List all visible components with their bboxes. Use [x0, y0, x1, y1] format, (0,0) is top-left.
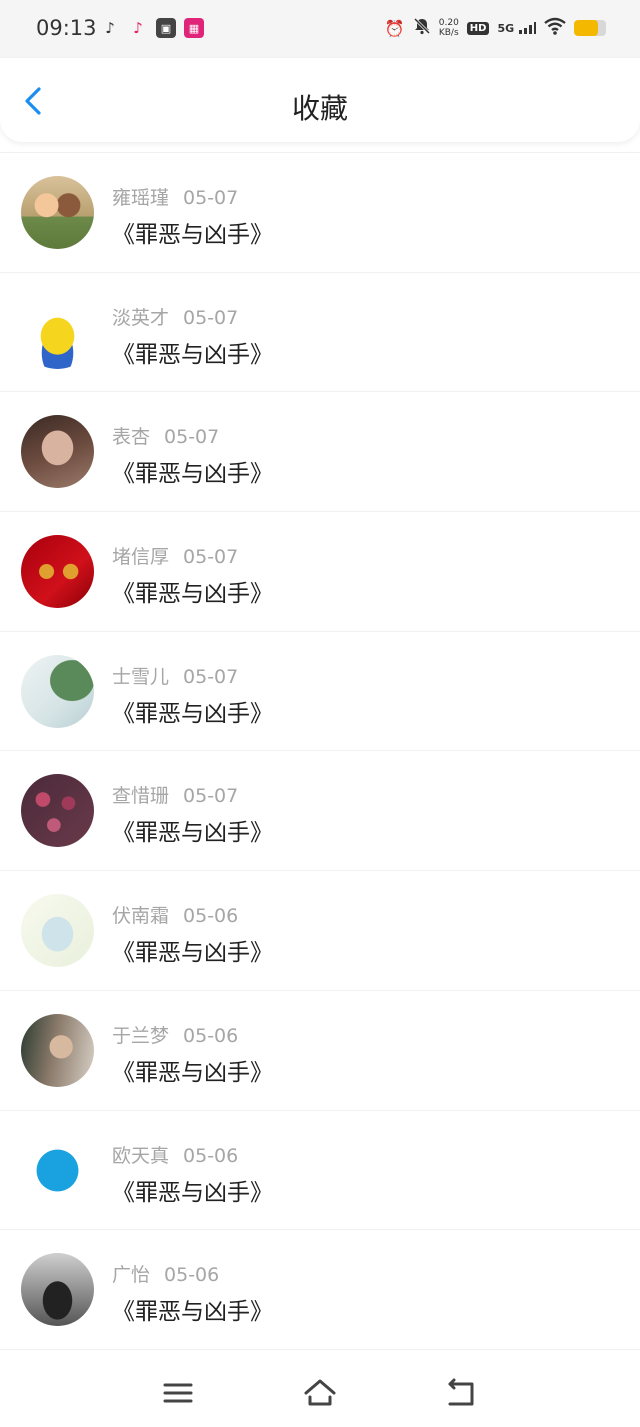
user-name: 堵信厚 [112, 546, 170, 569]
system-icons: ⏰ 0.20 KB/s HD 5G [385, 17, 606, 39]
item-meta: 堵信厚 05-07 [112, 542, 238, 569]
item-meta: 广怡 05-06 [112, 1260, 219, 1287]
book-title: 《罪恶与凶手》 [112, 940, 273, 967]
book-title: 《罪恶与凶手》 [112, 581, 273, 608]
favorites-list: 雍瑶瑾 05-07 《罪恶与凶手》 淡英才 05-07 《罪恶与凶手》 表杏 05-0… [0, 152, 640, 1350]
list-item[interactable]: 淡英才 05-07 《罪恶与凶手》 [0, 273, 640, 393]
book-title: 《罪恶与凶手》 [112, 1059, 273, 1086]
user-name: 淡英才 [112, 306, 170, 329]
list-item[interactable]: 查惜珊 05-07 《罪恶与凶手》 [0, 751, 640, 872]
music-note-icon: ♪ [105, 19, 115, 37]
favorite-date: 05-07 [183, 546, 239, 569]
favorite-date: 05-07 [183, 665, 239, 688]
speed-value: 0.20 [438, 18, 459, 28]
user-name: 于兰梦 [112, 1024, 170, 1047]
menu-button[interactable] [160, 1377, 196, 1409]
network-speed: 0.20 KB/s [439, 18, 459, 38]
tiktok-icon: ♪ [133, 19, 143, 37]
item-meta: 士雪儿 05-07 [112, 662, 238, 689]
avatar [21, 415, 94, 489]
favorite-date: 05-07 [164, 426, 220, 449]
list-item[interactable]: 士雪儿 05-07 《罪恶与凶手》 [0, 632, 640, 752]
favorite-date: 05-06 [183, 1024, 239, 1047]
book-title: 《罪恶与凶手》 [112, 461, 273, 488]
alarm-icon: ⏰ [384, 18, 405, 38]
user-name: 伏南霜 [112, 905, 170, 928]
page-title: 收藏 [291, 92, 348, 125]
mute-bell-icon [413, 17, 431, 39]
book-title: 《罪恶与凶手》 [112, 700, 273, 727]
favorite-date: 05-07 [183, 785, 239, 808]
battery-fill [574, 20, 598, 36]
user-name: 广怡 [112, 1264, 151, 1287]
avatar [21, 774, 94, 848]
item-meta: 查惜珊 05-07 [112, 781, 238, 808]
list-item[interactable]: 堵信厚 05-07 《罪恶与凶手》 [0, 512, 640, 632]
network-type: 5G [497, 21, 515, 35]
user-name: 士雪儿 [112, 665, 170, 688]
favorite-date: 05-06 [164, 1264, 220, 1287]
user-name: 欧天真 [112, 1144, 170, 1167]
favorite-date: 05-07 [183, 187, 239, 209]
avatar [21, 535, 94, 609]
user-name: 雍瑶瑾 [112, 187, 170, 209]
speed-unit: KB/s [438, 28, 459, 38]
status-bar: 09:13 ♪ ♪ ▣ ▦ ⏰ 0.20 KB/s HD 5G [0, 0, 640, 58]
book-title: 《罪恶与凶手》 [112, 1179, 273, 1206]
list-item[interactable]: 广怡 05-06 《罪恶与凶手》 [0, 1230, 640, 1350]
item-meta: 表杏 05-07 [112, 422, 219, 449]
item-meta: 雍瑶瑾 05-07 [112, 183, 238, 210]
avatar [21, 176, 94, 249]
favorite-date: 05-07 [183, 306, 239, 329]
item-meta: 欧天真 05-06 [112, 1141, 238, 1168]
system-nav-bar [0, 1357, 640, 1427]
book-title: 《罪恶与凶手》 [112, 820, 273, 847]
user-name: 表杏 [112, 426, 151, 449]
list-item[interactable]: 欧天真 05-06 《罪恶与凶手》 [0, 1111, 640, 1231]
list-item[interactable]: 雍瑶瑾 05-07 《罪恶与凶手》 [0, 153, 640, 273]
avatar [21, 894, 94, 968]
back-arrow-icon [448, 1378, 474, 1406]
avatar [21, 1253, 94, 1327]
avatar [21, 1133, 94, 1207]
book-title: 《罪恶与凶手》 [112, 1299, 273, 1326]
app-icon: ▣ [156, 18, 176, 38]
book-title: 《罪恶与凶手》 [112, 341, 273, 368]
home-button[interactable] [302, 1377, 338, 1409]
back-nav-button[interactable] [444, 1377, 480, 1409]
list-item[interactable]: 伏南霜 05-06 《罪恶与凶手》 [0, 871, 640, 991]
list-item[interactable]: 表杏 05-07 《罪恶与凶手》 [0, 392, 640, 513]
app-header: 收藏 [0, 58, 640, 142]
avatar [21, 1013, 94, 1087]
item-meta: 淡英才 05-07 [112, 303, 238, 330]
favorite-date: 05-06 [183, 905, 239, 928]
user-name: 查惜珊 [112, 785, 170, 808]
favorite-date: 05-06 [183, 1144, 239, 1167]
list-item[interactable]: 于兰梦 05-06 《罪恶与凶手》 [0, 991, 640, 1111]
home-icon [304, 1379, 336, 1406]
item-meta: 伏南霜 05-06 [112, 901, 238, 928]
signal-icon: 5G [497, 21, 536, 35]
battery-icon [574, 20, 606, 36]
avatar [21, 654, 94, 728]
hd-icon: HD [466, 21, 490, 35]
notification-icons: ♪ ♪ ▣ ▦ [100, 18, 204, 38]
avatar [21, 295, 94, 369]
item-meta: 于兰梦 05-06 [112, 1021, 238, 1048]
app-badge-icon: ▦ [184, 18, 204, 38]
clock: 09:13 [36, 16, 97, 40]
book-title: 《罪恶与凶手》 [112, 222, 273, 248]
wifi-icon [544, 17, 566, 39]
menu-icon [163, 1383, 193, 1403]
